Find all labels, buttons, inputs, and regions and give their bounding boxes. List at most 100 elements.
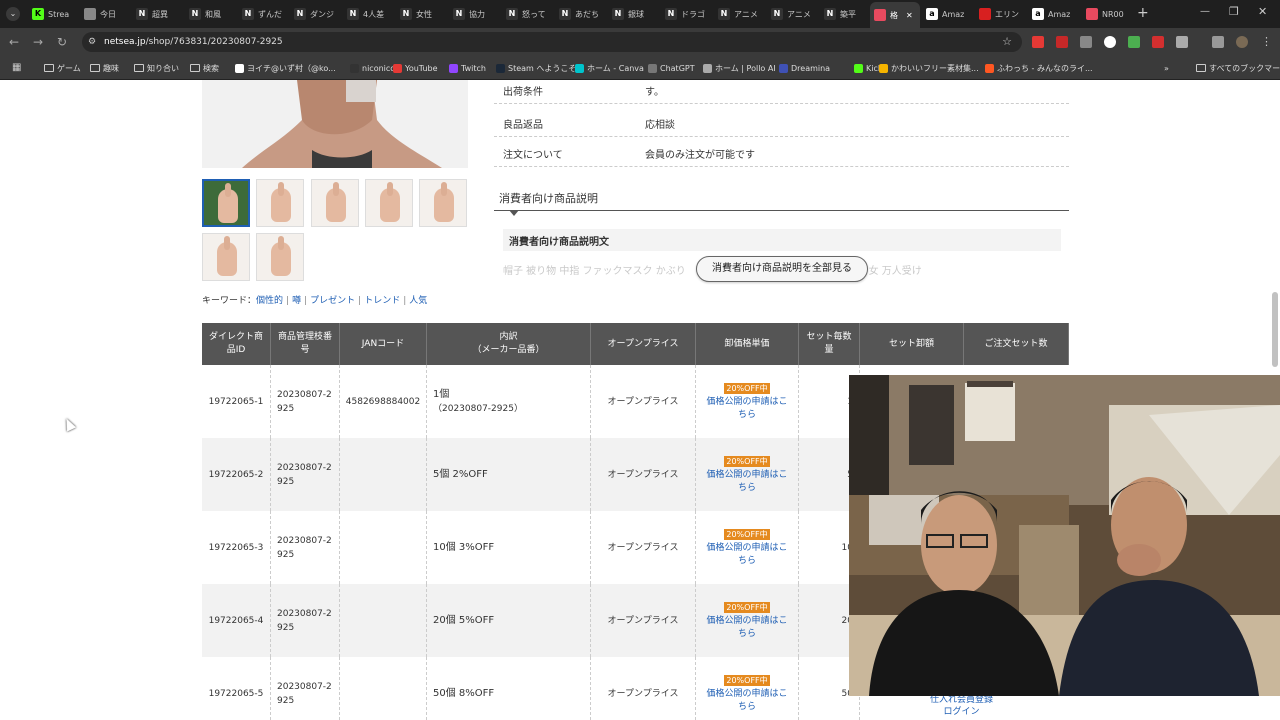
column-header: セット毎数量 xyxy=(799,323,860,365)
tab-19[interactable]: a Amaz xyxy=(1028,4,1080,24)
bookmark-label: YouTube xyxy=(405,63,438,73)
bookmark-14[interactable]: かわいいフリー素材集... xyxy=(879,61,979,75)
bookmark-9[interactable]: ホーム - Canva xyxy=(575,61,644,75)
bookmark-label: ふわっち - みんなのライ... xyxy=(997,63,1093,73)
bookmark-5[interactable]: niconico xyxy=(350,61,395,75)
tab-16[interactable]: 格 ✕ xyxy=(870,2,920,28)
tab-4[interactable]: N ずんだ xyxy=(238,4,288,24)
price-request-link[interactable]: 価格公開の申請はこちら xyxy=(704,615,790,641)
detail-cell-content: 5個 2%OFF xyxy=(433,468,488,482)
price-request-link[interactable]: 価格公開の申請はこちら xyxy=(704,469,790,495)
keyword-link[interactable]: 噂 xyxy=(292,296,301,306)
new-badge-extension-icon[interactable] xyxy=(1152,36,1164,48)
forward-icon[interactable]: → xyxy=(30,34,46,50)
new-tab-button[interactable]: + xyxy=(1137,5,1149,21)
tab-3[interactable]: N 和風 xyxy=(185,4,236,24)
keyword-link[interactable]: 個性的 xyxy=(256,296,283,306)
extension-icon[interactable] xyxy=(1032,36,1044,48)
bookmark-0[interactable]: ゲーム xyxy=(44,61,81,75)
tab-18[interactable]: エリン xyxy=(975,4,1026,24)
url-field[interactable]: ⚙ netsea.jp/shop/763831/20230807-2925 ☆ xyxy=(82,32,1022,52)
tab-12[interactable]: N ドラゴ xyxy=(661,4,712,24)
close-tab-icon[interactable]: ✕ xyxy=(906,11,913,20)
tab-1[interactable]: 今日 xyxy=(80,4,130,24)
finger-illustration xyxy=(278,236,284,250)
n-icon: N xyxy=(771,8,783,20)
bookmark-11[interactable]: ホーム | Pollo AI xyxy=(703,61,776,75)
bookmark-2[interactable]: 知り合い xyxy=(134,61,179,75)
discount-badge: 20%OFF中 xyxy=(724,455,770,467)
bookmark-4[interactable]: ヨイチ@いず村（@ko... xyxy=(235,61,336,75)
bookmark-star-icon[interactable]: ☆ xyxy=(1002,32,1012,52)
tab-0[interactable]: K Strea xyxy=(28,4,78,24)
n-icon: N xyxy=(506,8,518,20)
tab-14[interactable]: N アニメ xyxy=(767,4,818,24)
tab-2[interactable]: N 超異 xyxy=(132,4,183,24)
keyword-link[interactable]: プレゼント xyxy=(310,296,355,306)
tab-20[interactable]: NR00 xyxy=(1082,4,1128,24)
tab-5[interactable]: N ダンジ xyxy=(290,4,341,24)
login-link[interactable]: ログイン xyxy=(930,706,993,718)
all-bookmarks-button[interactable]: すべてのブックマーク xyxy=(1196,61,1280,75)
more-bookmarks-button[interactable]: » xyxy=(1164,61,1169,75)
gmail-extension-icon[interactable] xyxy=(1056,36,1068,48)
price-request-link[interactable]: 価格公開の申請はこちら xyxy=(704,396,790,422)
detail-value: す。 xyxy=(645,87,664,98)
leaf-extension-icon[interactable] xyxy=(1128,36,1140,48)
back-icon[interactable]: ← xyxy=(6,34,22,50)
tab-search-icon[interactable]: ⌄ xyxy=(6,7,20,21)
product-main-image[interactable] xyxy=(202,80,468,168)
bookmark-7[interactable]: Twitch xyxy=(449,61,486,75)
close-window-button[interactable]: ✕ xyxy=(1258,5,1267,18)
n-icon: N xyxy=(242,8,254,20)
product-thumbnail[interactable] xyxy=(256,179,304,227)
column-header: ダイレクト商品ID xyxy=(202,323,271,365)
tab-13[interactable]: N アニメ xyxy=(714,4,765,24)
tab-15[interactable]: N 築平 xyxy=(820,4,868,24)
bookmark-3[interactable]: 検索 xyxy=(190,61,219,75)
apps-grid-icon[interactable]: ▦ xyxy=(12,62,21,73)
n-icon: N xyxy=(136,8,148,20)
reload-icon[interactable]: ↻ xyxy=(54,34,70,50)
tab-10[interactable]: N あだち xyxy=(555,4,606,24)
tab-17[interactable]: a Amaz xyxy=(922,4,973,24)
table-cell-detail: 1個 （20230807-2925） xyxy=(427,365,591,438)
price-request-link[interactable]: 価格公開の申請はこちら xyxy=(704,542,790,568)
jan-text: 4582698884002 xyxy=(345,396,421,407)
detail-text: 5個 2%OFF xyxy=(433,468,488,480)
bookmark-10[interactable]: ChatGPT xyxy=(648,61,695,75)
bookmark-1[interactable]: 趣味 xyxy=(90,61,119,75)
product-thumbnail[interactable] xyxy=(311,179,359,227)
tab-6[interactable]: N 4人差 xyxy=(343,4,394,24)
tab-list-icon[interactable] xyxy=(1212,36,1224,48)
table-cell-id: 19722065-3 xyxy=(202,511,271,584)
maximize-button[interactable]: ❐ xyxy=(1229,5,1239,18)
bookmark-6[interactable]: YouTube xyxy=(393,61,438,75)
show-all-description-button[interactable]: 消費者向け商品説明を全部見る xyxy=(696,256,868,282)
page-content: キーワード：個性的 | 噂 | プレゼント | トレンド | 人気 出荷条件 す。 良品返品 応相談注… xyxy=(0,80,1280,720)
tab-9[interactable]: N 怒って xyxy=(502,4,553,24)
product-thumbnail[interactable] xyxy=(202,179,250,227)
table-cell-price: 20%OFF中 価格公開の申請はこちら xyxy=(696,511,799,584)
bookmark-12[interactable]: Dreamina xyxy=(779,61,830,75)
tab-8[interactable]: N 協力 xyxy=(449,4,500,24)
tab-7[interactable]: N 女性 xyxy=(396,4,447,24)
profile-avatar[interactable] xyxy=(1236,36,1248,48)
bookmark-15[interactable]: ふわっち - みんなのライ... xyxy=(985,61,1093,75)
product-thumbnail[interactable] xyxy=(202,233,250,281)
puzzle-icon[interactable] xyxy=(1176,36,1188,48)
page-scrollbar[interactable] xyxy=(1272,292,1278,367)
price-request-link[interactable]: 価格公開の申請はこちら xyxy=(704,688,790,714)
product-thumbnail[interactable] xyxy=(256,233,304,281)
record-extension-icon[interactable] xyxy=(1104,36,1116,48)
site-info-icon[interactable]: ⚙ xyxy=(88,32,96,52)
product-thumbnail[interactable] xyxy=(365,179,413,227)
menu-kebab-icon[interactable]: ⋮ xyxy=(1261,35,1272,48)
bookmark-8[interactable]: Steam へようこそ xyxy=(496,61,576,75)
minimize-button[interactable]: — xyxy=(1200,6,1210,17)
keyword-link[interactable]: 人気 xyxy=(409,296,427,306)
tab-11[interactable]: N 銀球 xyxy=(608,4,659,24)
product-thumbnail[interactable] xyxy=(419,179,467,227)
keyword-link[interactable]: トレンド xyxy=(364,296,400,306)
download-extension-icon[interactable] xyxy=(1080,36,1092,48)
